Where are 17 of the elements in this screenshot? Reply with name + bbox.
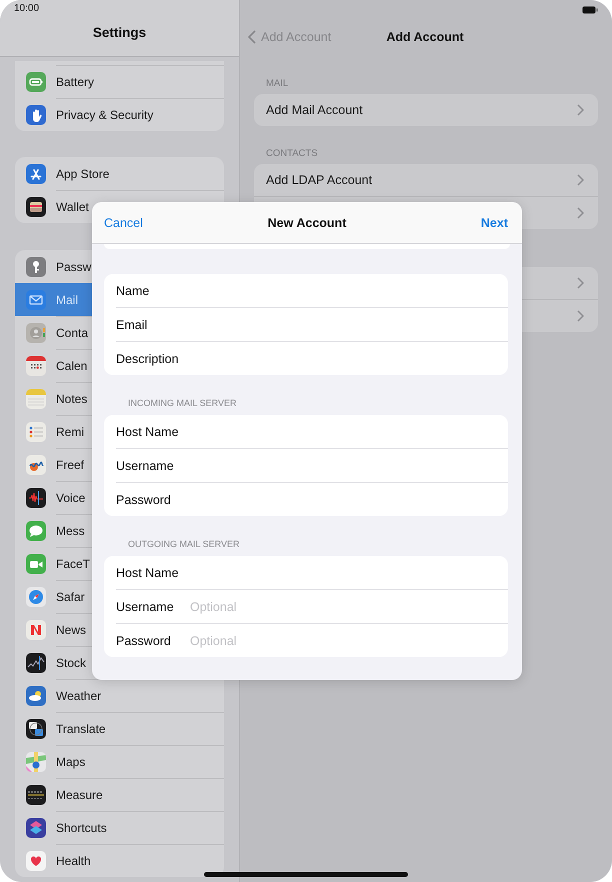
page-title: Add Account xyxy=(386,30,464,44)
field-label: Email xyxy=(116,318,148,332)
section-header: OUTGOING MAIL SERVER xyxy=(128,539,241,550)
field-label: Description xyxy=(116,352,180,366)
section-header: CONTACTS xyxy=(266,148,319,159)
field-label: Password xyxy=(116,492,172,506)
status-time: 10:00 xyxy=(14,3,40,14)
field-label: Name xyxy=(116,284,150,298)
section-header: MAIL xyxy=(266,78,290,89)
field-label: Username xyxy=(116,458,175,472)
field-label: Host Name xyxy=(116,424,180,438)
sheet-title: New Account xyxy=(268,216,346,230)
section-header: INCOMING MAIL SERVER xyxy=(128,398,238,409)
field-label: Host Name xyxy=(116,566,180,580)
field-label: Username xyxy=(116,600,175,614)
sidebar-title: Settings xyxy=(92,25,146,40)
field-label: Password xyxy=(116,634,172,648)
